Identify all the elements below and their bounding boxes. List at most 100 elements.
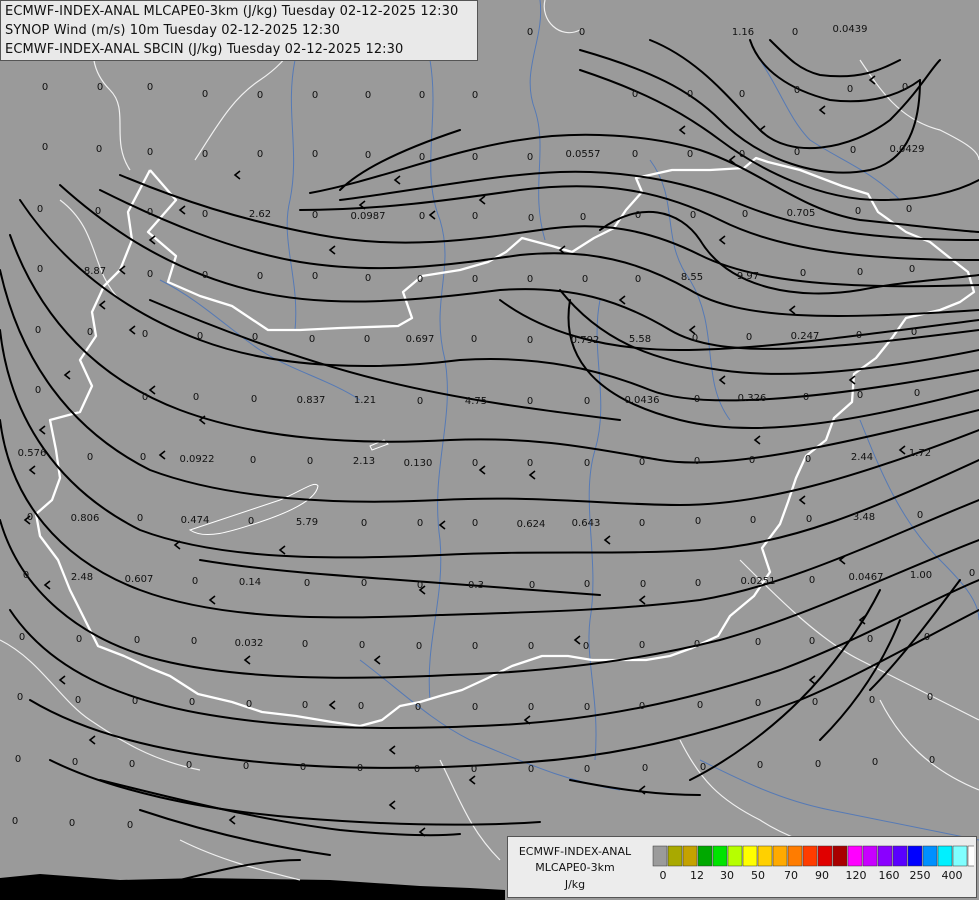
map-value-label: 0 — [300, 762, 306, 773]
map-value-label: 0.0467 — [849, 572, 884, 583]
map-value-label: 0 — [471, 764, 477, 775]
map-value-label: 0.0557 — [566, 149, 601, 160]
map-value-label: 1.16 — [732, 27, 754, 38]
map-value-label: 0 — [635, 274, 641, 285]
legend-swatch — [667, 845, 683, 867]
map-value-label: 0 — [635, 210, 641, 221]
map-value-label: 0 — [857, 390, 863, 401]
map-value-label: 0 — [416, 641, 422, 652]
map-value-label: 0 — [358, 701, 364, 712]
map-value-label: 0 — [642, 763, 648, 774]
map-value-label: 0 — [307, 456, 313, 467]
map-value-label: 0 — [583, 641, 589, 652]
map-value-label: 0.3 — [468, 580, 484, 591]
map-value-label: 0 — [359, 640, 365, 651]
map-value-label: 5.58 — [629, 334, 651, 345]
map-value-label: 0.0922 — [180, 454, 215, 465]
legend-swatch — [652, 845, 668, 867]
map-value-label: 0.697 — [406, 334, 435, 345]
map-value-label: 0.14 — [239, 577, 261, 588]
map-value-label: 0.792 — [571, 335, 600, 346]
map-value-label: 0 — [794, 85, 800, 96]
map-value-label: 0 — [419, 152, 425, 163]
map-value-label: 0 — [361, 518, 367, 529]
legend-model: ECMWF-INDEX-ANAL — [518, 845, 632, 858]
map-value-label: 0 — [75, 695, 81, 706]
legend-swatch — [937, 845, 953, 867]
map-value-label: 0 — [528, 213, 534, 224]
legend-swatch — [787, 845, 803, 867]
map-value-label: 0 — [584, 579, 590, 590]
map-value-label: 0 — [580, 212, 586, 223]
map-value-label: 0 — [694, 456, 700, 467]
map-value-label: 0 — [527, 27, 533, 38]
map-value-label: 0 — [140, 452, 146, 463]
map-value-label: 0 — [192, 576, 198, 587]
map-value-label: 0 — [35, 385, 41, 396]
map-value-label: 0 — [527, 274, 533, 285]
map-value-label: 0 — [632, 89, 638, 100]
map-value-label: 0 — [12, 816, 18, 827]
map-value-label: 2.44 — [851, 452, 873, 463]
map-value-label: 0 — [361, 578, 367, 589]
map-value-label: 0 — [365, 90, 371, 101]
map-value-label: 0 — [257, 149, 263, 160]
map-value-label: 0 — [417, 274, 423, 285]
map-value-label: 0 — [309, 334, 315, 345]
map-value-label: 0 — [687, 89, 693, 100]
map-value-label: 0 — [472, 702, 478, 713]
map-value-label: 9.97 — [737, 271, 759, 282]
map-value-label: 0 — [794, 147, 800, 158]
map-value-label: 0 — [914, 388, 920, 399]
map-value-label: 0 — [364, 334, 370, 345]
map-value-label: 1.72 — [909, 448, 931, 459]
map-value-label: 0 — [35, 325, 41, 336]
map-value-label: 0 — [529, 580, 535, 591]
map-value-label: 0 — [257, 90, 263, 101]
map-value-label: 0.0439 — [833, 24, 868, 35]
legend-tick-label: 90 — [815, 869, 829, 882]
map-value-label: 4.75 — [465, 396, 487, 407]
map-value-label: 0 — [129, 759, 135, 770]
map-value-label: 0 — [472, 274, 478, 285]
legend-tick-label: 12 — [690, 869, 704, 882]
map-value-label: 0 — [584, 702, 590, 713]
map-value-label: 0 — [365, 273, 371, 284]
legend-tick-label: 30 — [720, 869, 734, 882]
map-value-label: 0 — [697, 700, 703, 711]
map-value-label: 0 — [76, 634, 82, 645]
map-value-label: 0 — [639, 518, 645, 529]
legend-tick-label: 160 — [879, 869, 900, 882]
map-value-label: 0 — [19, 632, 25, 643]
color-legend: ECMWF-INDEX-ANAL MLCAPE0-3km J/kg 0 12 30 5… — [507, 836, 977, 898]
title-box: ECMWF-INDEX-ANAL MLCAPE0-3km (J/kg) Tues… — [0, 0, 478, 61]
map-value-label: 0 — [17, 692, 23, 703]
map-value-label: 0 — [87, 452, 93, 463]
map-value-label: 0.607 — [125, 574, 154, 585]
map-value-label: 0 — [694, 639, 700, 650]
map-value-label: 0 — [471, 334, 477, 345]
map-value-label: 0 — [415, 702, 421, 713]
map-value-label: 0 — [749, 455, 755, 466]
map-value-label: 0.0429 — [890, 144, 925, 155]
map-value-label: 0 — [917, 510, 923, 521]
map-value-label: 0 — [186, 760, 192, 771]
map-value-label: 0 — [312, 210, 318, 221]
map-value-label: 0 — [248, 516, 254, 527]
legend-swatch — [847, 845, 863, 867]
map-value-label: 0 — [357, 763, 363, 774]
map-value-label: 0 — [927, 692, 933, 703]
map-value-label: 0 — [419, 211, 425, 222]
legend-swatch — [952, 845, 968, 867]
map-value-label: 0 — [742, 209, 748, 220]
map-value-label: 0 — [527, 458, 533, 469]
map-value-label: 0 — [15, 754, 21, 765]
map-value-label: 0 — [365, 150, 371, 161]
map-value-label: 0.837 — [297, 395, 326, 406]
map-value-label: 0 — [37, 264, 43, 275]
legend-tick-label: 400 — [942, 869, 963, 882]
map-value-label: 0 — [806, 514, 812, 525]
map-value-label: 0.624 — [517, 519, 546, 530]
legend-swatch — [802, 845, 818, 867]
map-value-label: 0 — [87, 327, 93, 338]
